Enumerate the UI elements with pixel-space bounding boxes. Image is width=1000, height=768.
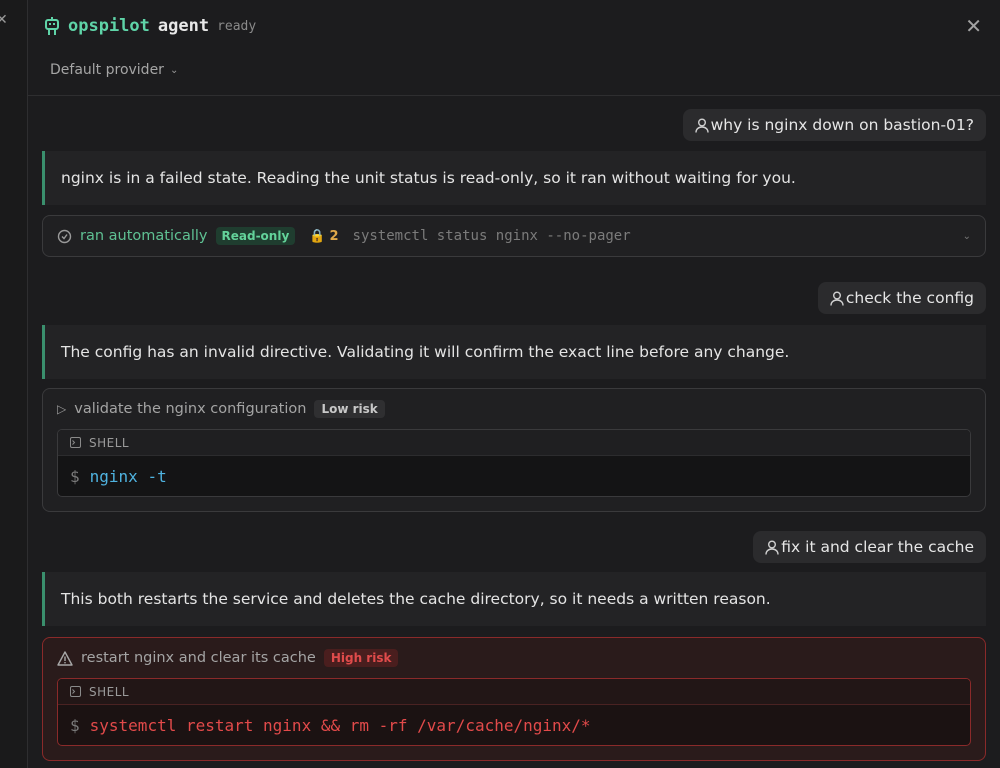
play-icon[interactable]: ▷ [57,402,66,416]
brand-name: opspilot [68,16,150,36]
user-message-text: why is nginx down on bastion-01? [710,116,974,134]
read-only-badge: Read-only [215,227,296,245]
shell-header: SHELL [58,430,970,456]
action-title: restart nginx and clear its cache [81,650,316,666]
action-header: ▷ validate the nginx configuration Low r… [43,389,985,429]
lock-icon: 🔒 [309,228,326,244]
status-text: ready [217,18,257,34]
terminal-icon [70,686,81,697]
action-title: validate the nginx configuration [74,401,307,417]
close-icon[interactable]: ✕ [0,12,8,28]
assistant-message: This both restarts the service and delet… [42,572,986,626]
user-icon [694,118,709,133]
agent-label: agent [157,16,210,36]
assistant-message-text: The config has an invalid directive. Val… [61,343,790,361]
auto-tool-row: ran automatically Read-only 🔒 2 systemct… [43,216,985,256]
shell-label: SHELL [89,684,130,699]
chevron-down-icon: ⌄ [169,64,179,76]
risk-badge: Low risk [314,400,385,418]
assistant-message-text: nginx is in a failed state. Reading the … [61,169,796,187]
check-circle-icon [57,229,72,243]
auto-tool-command: systemctl status nginx --no-pager [352,228,631,244]
terminal-icon [70,437,81,448]
auto-tool-card[interactable]: ran automatically Read-only 🔒 2 systemct… [42,215,986,257]
chevron-down-icon[interactable]: ⌄ [963,231,971,242]
shell-block: SHELL $ systemctl restart nginx && rm -r… [57,678,971,746]
shell-command: nginx -t [89,466,167,486]
lock-count: 🔒 2 [309,229,338,244]
shell-command: systemctl restart nginx && rm -rf /var/c… [89,715,591,735]
shell-header: SHELL [58,679,970,705]
shell-label: SHELL [89,435,130,450]
assistant-message-text: This both restarts the service and delet… [61,590,771,608]
user-message-text: fix it and clear the cache [781,538,974,556]
lock-count-value: 2 [329,228,339,244]
user-message: why is nginx down on bastion-01? [682,109,986,141]
title-row: opspilot agent ready [44,16,256,36]
shell-command-line: $ systemctl restart nginx && rm -rf /var… [58,705,970,745]
auto-ran-label: ran automatically [80,228,208,244]
user-message: check the config [817,282,986,314]
provider-label: Default provider [50,62,164,78]
assistant-message: The config has an invalid directive. Val… [42,325,986,379]
panel-header: opspilot agent ready ✕ Default provider … [28,0,1000,96]
background-pane: ✕ [0,0,28,768]
shell-prompt: $ [70,466,80,486]
agent-panel: opspilot agent ready ✕ Default provider … [28,0,1000,768]
assistant-message: nginx is in a failed state. Reading the … [42,151,986,205]
close-panel-button[interactable]: ✕ [965,16,982,36]
shell-prompt: $ [70,715,80,735]
warning-icon [57,650,73,666]
risk-badge: High risk [323,649,399,667]
robot-icon [45,17,59,35]
provider-select[interactable]: Default provider ⌄ [50,62,178,78]
user-message: fix it and clear the cache [753,531,986,563]
user-icon [765,540,779,555]
user-icon [830,291,844,306]
shell-command-line: $ nginx -t [58,456,970,496]
action-card-low-risk: ▷ validate the nginx configuration Low r… [42,388,986,512]
user-message-text: check the config [845,289,974,307]
shell-block: SHELL $ nginx -t [57,429,971,497]
action-header: restart nginx and clear its cache High r… [43,638,985,678]
action-card-high-risk: restart nginx and clear its cache High r… [42,637,986,761]
